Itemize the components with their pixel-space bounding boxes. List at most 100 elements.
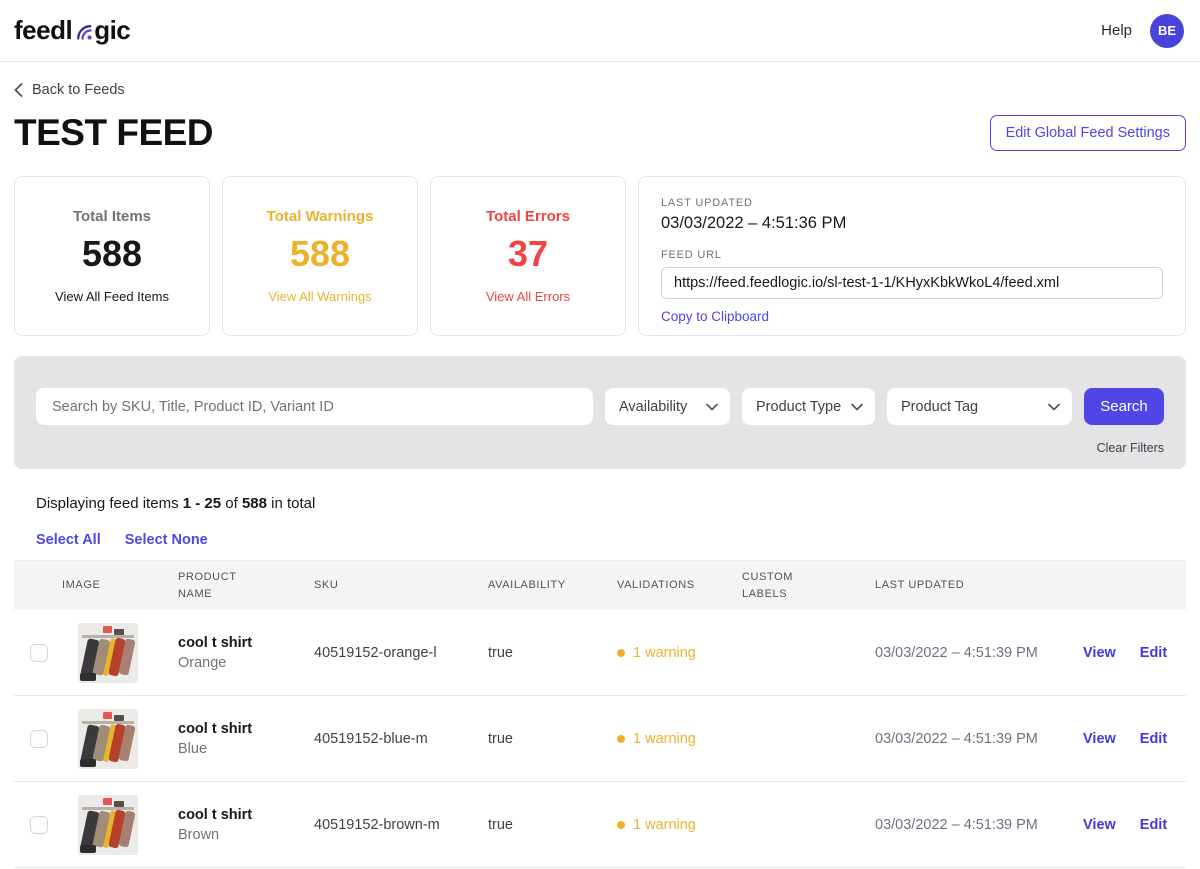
- breadcrumb-label: Back to Feeds: [32, 82, 125, 98]
- product-tag-dropdown[interactable]: Product Tag: [887, 388, 1072, 425]
- product-image: [78, 709, 138, 769]
- warning-dot-icon: [617, 821, 625, 829]
- edit-link[interactable]: Edit: [1140, 817, 1167, 833]
- logo-text-suffix: gic: [94, 15, 130, 46]
- header-custom-labels: CUSTOM LABELS: [742, 569, 875, 602]
- total-warnings-card: Total Warnings 588 View All Warnings: [222, 176, 418, 336]
- header-product-name: PRODUCT NAME: [178, 569, 314, 602]
- header-image: IMAGE: [62, 577, 178, 594]
- product-name-cell: cool t shirt Blue: [178, 721, 314, 757]
- sku-cell: 40519152-brown-m: [314, 817, 488, 833]
- view-all-feed-items-link[interactable]: View All Feed Items: [55, 289, 169, 304]
- total-items-card: Total Items 588 View All Feed Items: [14, 176, 210, 336]
- chevron-down-icon: [1048, 399, 1060, 415]
- feed-items-table: IMAGE PRODUCT NAME SKU AVAILABILITY VALI…: [14, 560, 1186, 868]
- row-actions: View Edit: [1065, 817, 1186, 833]
- page-title: TEST FEED: [14, 112, 213, 154]
- back-to-feeds-link[interactable]: Back to Feeds: [14, 82, 125, 98]
- filter-bar: Availability Product Type Product Tag Se…: [14, 356, 1186, 469]
- copy-to-clipboard-link[interactable]: Copy to Clipboard: [661, 309, 769, 324]
- product-tag-dropdown-label: Product Tag: [901, 399, 978, 415]
- product-name-cell: cool t shirt Brown: [178, 807, 314, 843]
- view-all-errors-link[interactable]: View All Errors: [486, 289, 570, 304]
- results-range: 1 - 25: [183, 495, 221, 512]
- select-all-link[interactable]: Select All: [36, 532, 101, 548]
- view-all-warnings-link[interactable]: View All Warnings: [268, 289, 371, 304]
- warning-dot-icon: [617, 735, 625, 743]
- product-name: cool t shirt: [178, 635, 304, 651]
- edit-link[interactable]: Edit: [1140, 645, 1167, 661]
- product-name-cell: cool t shirt Orange: [178, 635, 314, 671]
- product-name: cool t shirt: [178, 721, 304, 737]
- last-updated-value: 03/03/2022 – 4:51:36 PM: [661, 214, 1163, 233]
- warning-count: 1 warning: [633, 645, 696, 661]
- chevron-left-icon: [14, 83, 23, 97]
- validations-cell[interactable]: 1 warning: [617, 731, 742, 747]
- warning-count: 1 warning: [633, 817, 696, 833]
- results-total: 588: [242, 495, 267, 512]
- product-variant: Orange: [178, 655, 304, 671]
- product-name: cool t shirt: [178, 807, 304, 823]
- chevron-down-icon: [851, 399, 863, 415]
- last-updated-cell: 03/03/2022 – 4:51:39 PM: [875, 645, 1065, 661]
- header-validations: VALIDATIONS: [617, 577, 742, 594]
- row-actions: View Edit: [1065, 645, 1186, 661]
- chevron-down-icon: [706, 399, 718, 415]
- table-row: cool t shirt Orange 40519152-orange-l tr…: [14, 610, 1186, 696]
- header-availability: AVAILABILITY: [488, 577, 617, 594]
- total-errors-card: Total Errors 37 View All Errors: [430, 176, 626, 336]
- feed-url-input[interactable]: [661, 267, 1163, 299]
- total-items-value: 588: [82, 233, 142, 275]
- table-header-row: IMAGE PRODUCT NAME SKU AVAILABILITY VALI…: [14, 560, 1186, 610]
- select-none-link[interactable]: Select None: [125, 532, 208, 548]
- product-type-dropdown-label: Product Type: [756, 399, 841, 415]
- row-actions: View Edit: [1065, 731, 1186, 747]
- table-row: cool t shirt Blue 40519152-blue-m true 1…: [14, 696, 1186, 782]
- search-button[interactable]: Search: [1084, 388, 1164, 425]
- product-image: [78, 623, 138, 683]
- logo-text-prefix: feedl: [14, 15, 72, 46]
- product-variant: Brown: [178, 827, 304, 843]
- help-link[interactable]: Help: [1101, 22, 1132, 39]
- product-variant: Blue: [178, 741, 304, 757]
- validations-cell[interactable]: 1 warning: [617, 645, 742, 661]
- header-sku: SKU: [314, 577, 488, 594]
- row-checkbox[interactable]: [30, 816, 48, 834]
- view-link[interactable]: View: [1083, 731, 1116, 747]
- avatar[interactable]: BE: [1150, 14, 1184, 48]
- clear-filters-link[interactable]: Clear Filters: [1097, 441, 1164, 455]
- feed-info-card: LAST UPDATED 03/03/2022 – 4:51:36 PM FEE…: [638, 176, 1186, 336]
- table-row: cool t shirt Brown 40519152-brown-m true…: [14, 782, 1186, 868]
- view-link[interactable]: View: [1083, 817, 1116, 833]
- total-warnings-value: 588: [290, 233, 350, 275]
- availability-cell: true: [488, 645, 617, 661]
- total-warnings-label: Total Warnings: [267, 208, 374, 225]
- warning-count: 1 warning: [633, 731, 696, 747]
- search-input[interactable]: [36, 388, 593, 425]
- last-updated-cell: 03/03/2022 – 4:51:39 PM: [875, 817, 1065, 833]
- last-updated-cell: 03/03/2022 – 4:51:39 PM: [875, 731, 1065, 747]
- product-image: [78, 795, 138, 855]
- row-checkbox[interactable]: [30, 644, 48, 662]
- feedlogic-logo[interactable]: feedl gic: [14, 15, 130, 46]
- header-last-updated: LAST UPDATED: [875, 577, 1065, 594]
- view-link[interactable]: View: [1083, 645, 1116, 661]
- sku-cell: 40519152-orange-l: [314, 645, 488, 661]
- feed-url-label: FEED URL: [661, 249, 1163, 261]
- results-summary: Displaying feed items 1 - 25 of 588 in t…: [36, 495, 1186, 512]
- row-checkbox[interactable]: [30, 730, 48, 748]
- total-errors-value: 37: [508, 233, 548, 275]
- validations-cell[interactable]: 1 warning: [617, 817, 742, 833]
- availability-dropdown[interactable]: Availability: [605, 388, 730, 425]
- sku-cell: 40519152-blue-m: [314, 731, 488, 747]
- warning-dot-icon: [617, 649, 625, 657]
- availability-dropdown-label: Availability: [619, 399, 687, 415]
- availability-cell: true: [488, 731, 617, 747]
- edit-global-feed-settings-button[interactable]: Edit Global Feed Settings: [990, 115, 1186, 151]
- topbar: feedl gic Help BE: [0, 0, 1200, 62]
- last-updated-label: LAST UPDATED: [661, 197, 1163, 209]
- total-errors-label: Total Errors: [486, 208, 570, 225]
- edit-link[interactable]: Edit: [1140, 731, 1167, 747]
- availability-cell: true: [488, 817, 617, 833]
- product-type-dropdown[interactable]: Product Type: [742, 388, 875, 425]
